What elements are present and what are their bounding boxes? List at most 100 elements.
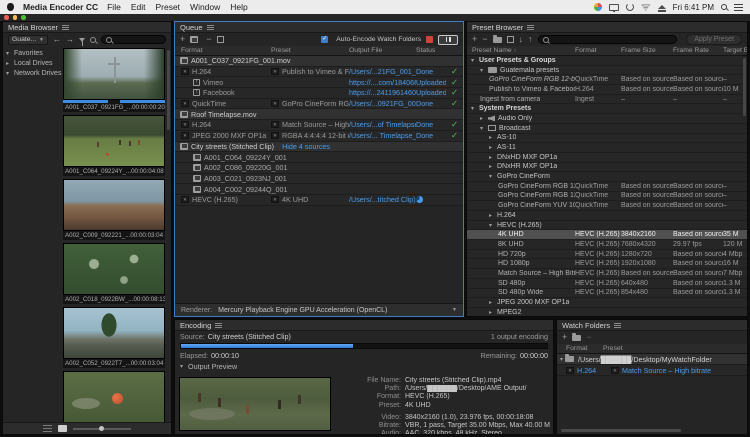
queue-source-row[interactable]: A002_C086_09220G_001: [175, 163, 463, 174]
filter-icon[interactable]: [79, 38, 85, 42]
duplicate-button[interactable]: [217, 36, 224, 43]
output-file-cell[interactable]: /Users/... Timelapse_1.mxf: [349, 131, 416, 140]
format-dropdown-icon[interactable]: ▼: [271, 68, 279, 75]
new-group-button[interactable]: [493, 37, 502, 43]
media-clip[interactable]: A002_C018_0922BW_...00:00:08:13: [63, 243, 165, 304]
menu-edit[interactable]: Edit: [131, 2, 146, 12]
format-dropdown-icon[interactable]: ▼: [271, 121, 279, 128]
output-file-cell[interactable]: /Users/...21FG_001_1.mp4: [349, 67, 416, 76]
queue-output-row[interactable]: ▼QuickTime▼GoPro CineForm RGB 12.../User…: [175, 99, 463, 110]
media-scrollbar[interactable]: [167, 50, 170, 130]
preset-row-hd-1080p[interactable]: HD 1080pHEVC (H.265)1920x1080Based on so…: [467, 259, 747, 269]
queue-job-row[interactable]: Roof Timelapse.mov: [175, 109, 463, 120]
chevron-down-icon[interactable]: ▾: [489, 173, 497, 180]
media-search-field[interactable]: [101, 35, 166, 44]
renderer-value[interactable]: Mercury Playback Engine GPU Acceleration…: [218, 307, 387, 314]
queue-source-row[interactable]: A001_C064_09224Y_001: [175, 152, 463, 163]
output-file-cell[interactable]: https://...24119614602283: [349, 88, 416, 97]
format-dropdown-icon[interactable]: ▼: [181, 68, 189, 75]
media-clip[interactable]: A001_C037_0921FG_...00:00:00:20: [63, 48, 165, 112]
sync-icon[interactable]: [626, 3, 634, 11]
media-clip[interactable]: A002_C009_092221_...00:00:03:04: [63, 179, 165, 240]
preset-row-jpeg-2000-mxf-op1a[interactable]: ▸JPEG 2000 MXF OP1a: [467, 298, 747, 308]
creative-cloud-icon[interactable]: [594, 3, 602, 11]
chevron-right-icon[interactable]: ▸: [489, 212, 497, 219]
wifi-icon[interactable]: [641, 3, 651, 11]
media-browser-tab[interactable]: Media Browser: [3, 22, 171, 33]
preset-search-field[interactable]: [538, 35, 678, 44]
preset-row-as-10[interactable]: ▸AS-10: [467, 134, 747, 144]
format-dropdown-icon[interactable]: ▼: [181, 121, 189, 128]
queue-output-row[interactable]: ▼JPEG 2000 MXF OP1a▼RGBA 4:4:4:4 12-bit …: [175, 131, 463, 142]
preset-row-system-presets[interactable]: ▾System Presets: [467, 104, 747, 114]
app-menu[interactable]: Media Encoder CC: [23, 2, 98, 12]
preset-row-8k-uhd[interactable]: 8K UHDHEVC (H.265)7680x432029.97 fps120 …: [467, 240, 747, 250]
apply-preset-button[interactable]: Apply Preset: [686, 34, 742, 45]
output-file-cell[interactable]: /Users/...of Timelapse.mp4: [349, 120, 416, 129]
queue-source-row[interactable]: A003_C021_0923NJ_001: [175, 174, 463, 185]
preset-row-ingest-from-camera[interactable]: Ingest from cameraIngest–––: [467, 95, 747, 105]
chevron-right-icon[interactable]: ▸: [489, 163, 497, 170]
back-button[interactable]: ←: [53, 35, 61, 44]
format-dropdown-icon[interactable]: ▼: [181, 196, 189, 203]
chevron-right-icon[interactable]: ▸: [489, 154, 497, 161]
preset-row-as-11[interactable]: ▸AS-11: [467, 143, 747, 153]
tree-item-favorites[interactable]: ▾Favorites: [6, 48, 62, 58]
preset-row-gopro-cineform-yuv-10-bit[interactable]: GoPro CineForm YUV 10-bitQuickTimeBased …: [467, 201, 747, 211]
format-dropdown[interactable]: ▼: [566, 367, 574, 374]
minimize-window-button[interactable]: [13, 15, 18, 20]
import-preset-button[interactable]: ↓: [519, 35, 524, 44]
add-output-button[interactable]: [190, 36, 198, 43]
column-header-output-file[interactable]: Output File: [349, 47, 416, 54]
column-header-format[interactable]: Format: [575, 47, 621, 54]
thumbnail-size-slider[interactable]: [73, 428, 131, 430]
chevron-down-icon[interactable]: ▾: [471, 57, 479, 64]
format-dropdown-icon[interactable]: ▼: [181, 100, 189, 107]
media-clip[interactable]: A001_C064_09224Y_...00:00:04:08: [63, 115, 165, 176]
output-file-cell[interactable]: https://....com/184066142: [349, 78, 416, 87]
column-header-status[interactable]: Status: [416, 47, 446, 54]
preset-row-gopro-cineform-rgb-12-bit-with-alpha[interactable]: GoPro CineForm RGB 12-bit with alphaQuic…: [467, 182, 747, 192]
chevron-right-icon[interactable]: ▸: [6, 60, 14, 67]
media-clip[interactable]: A002_C052_0922T7_...00:00:03:04: [63, 307, 165, 368]
queue-output-row[interactable]: ▼H.264▼Publish to Vimeo & Face.../Users/…: [175, 67, 463, 78]
output-file-cell[interactable]: /Users/...titched Clip).mp4: [349, 195, 416, 204]
media-search-input[interactable]: [115, 36, 161, 43]
watch-folders-tab[interactable]: Watch Folders: [557, 320, 747, 331]
preset-row-mpeg2[interactable]: ▸MPEG2: [467, 308, 747, 317]
export-preset-button[interactable]: ↑: [528, 35, 533, 44]
menu-help[interactable]: Help: [230, 2, 247, 12]
create-preset-button[interactable]: +: [472, 35, 477, 44]
chevron-right-icon[interactable]: ▸: [489, 299, 497, 306]
format-dropdown-icon[interactable]: ▼: [181, 132, 189, 139]
preset-row-publish-to-vimeo-facebook[interactable]: Publish to Vimeo & FacebookH.264Based on…: [467, 85, 747, 95]
watch-folder-format[interactable]: H.264: [577, 366, 611, 375]
panel-menu-icon[interactable]: [614, 323, 621, 328]
hide-sources-link[interactable]: Hide 4 sources: [282, 142, 330, 151]
list-view-icon[interactable]: [43, 425, 52, 432]
panel-menu-icon[interactable]: [527, 25, 534, 30]
format-dropdown-icon[interactable]: ▼: [271, 196, 279, 203]
chevron-down-icon[interactable]: ▾: [557, 356, 565, 363]
add-source-button[interactable]: +: [180, 35, 185, 44]
chevron-down-icon[interactable]: ▾: [480, 125, 488, 132]
chevron-right-icon[interactable]: ▸: [489, 309, 497, 316]
preset-row-hd-720p[interactable]: HD 720pHEVC (H.265)1280x720Based on sour…: [467, 250, 747, 260]
preset-row-hevc-h-265[interactable]: ▾HEVC (H.265): [467, 221, 747, 231]
column-header-format[interactable]: Format: [175, 47, 271, 54]
auto-encode-checkbox[interactable]: ✓: [321, 36, 328, 43]
preset-settings-button[interactable]: [507, 36, 514, 43]
preset-row-gopro-cineform[interactable]: ▾GoPro CineForm: [467, 172, 747, 182]
preset-row-user-presets-groups[interactable]: ▾User Presets & Groups: [467, 56, 747, 66]
chevron-down-icon[interactable]: ▾: [480, 67, 488, 74]
column-header-preset[interactable]: Preset: [603, 345, 747, 352]
chevron-down-icon[interactable]: ▾: [6, 70, 14, 77]
panel-menu-icon[interactable]: [62, 25, 69, 30]
preset-row-gopro-cineform-rgb-12-bit-with-alpha-alias[interactable]: GoPro CineForm RGB 12-bit with alpha (Al…: [467, 75, 747, 85]
preset-row-4k-uhd[interactable]: 4K UHDHEVC (H.265)3840x2160Based on sour…: [467, 230, 747, 240]
chevron-down-icon[interactable]: ▾: [471, 105, 479, 112]
queue-output-row[interactable]: ▼HEVC (H.265)▼4K UHD/Users/...titched Cl…: [175, 195, 463, 206]
zoom-tool-icon[interactable]: [90, 37, 96, 43]
preset-row-audio-only[interactable]: ▸Audio Only: [467, 114, 747, 124]
apple-icon[interactable]: [7, 3, 14, 11]
